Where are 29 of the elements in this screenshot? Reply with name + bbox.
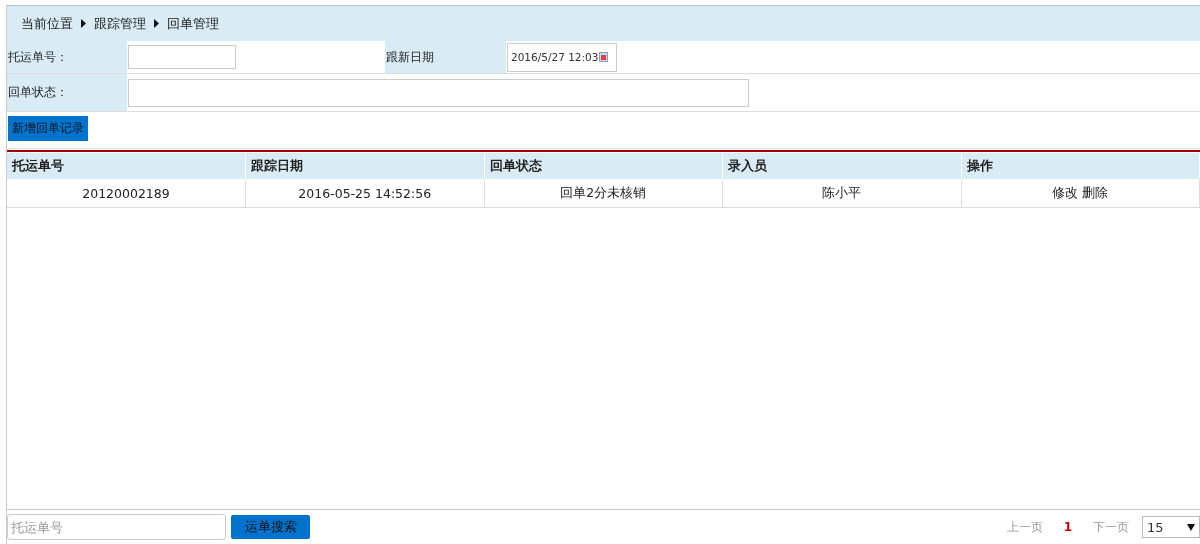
- breadcrumb-item[interactable]: 跟踪管理: [94, 14, 146, 33]
- column-header: 操作: [966, 157, 993, 173]
- column-header: 跟踪日期: [251, 157, 303, 173]
- field-label: 跟新日期: [386, 48, 434, 66]
- page-number[interactable]: 1: [1063, 520, 1072, 534]
- page-size-select[interactable]: 15: [1142, 516, 1200, 538]
- action-link[interactable]: 修改: [1052, 184, 1079, 200]
- input-field[interactable]: [128, 78, 749, 107]
- input-field[interactable]: [128, 45, 236, 69]
- add-button[interactable]: 新增回单记录: [8, 115, 88, 141]
- breadcrumb-item[interactable]: 回单管理: [167, 14, 219, 33]
- date-field[interactable]: 2016/5/27 12:03: [507, 42, 617, 72]
- field-label: 回单状态：: [8, 84, 68, 101]
- table-cell: 陈小平: [822, 184, 862, 200]
- table-cell: 20120002189: [82, 185, 170, 201]
- field-label: 托运单号：: [8, 48, 68, 66]
- table-cell: 回单2分未核销: [560, 184, 647, 200]
- caret-icon: [1187, 523, 1195, 531]
- column-header: 回单状态: [489, 157, 542, 173]
- calendar-icon[interactable]: [599, 52, 609, 62]
- search-field[interactable]: 托运单号: [7, 514, 226, 540]
- search-button[interactable]: 运单搜索: [231, 515, 310, 539]
- action-link[interactable]: 删除: [1082, 184, 1109, 200]
- triangle-icon: [154, 19, 159, 28]
- triangle-icon: [81, 19, 86, 28]
- column-header: 录入员: [728, 157, 767, 173]
- table-cell: 2016-05-25 14:52:56: [298, 185, 432, 201]
- column-header: 托运单号: [12, 157, 64, 173]
- breadcrumb-label: 当前位置: [21, 14, 73, 33]
